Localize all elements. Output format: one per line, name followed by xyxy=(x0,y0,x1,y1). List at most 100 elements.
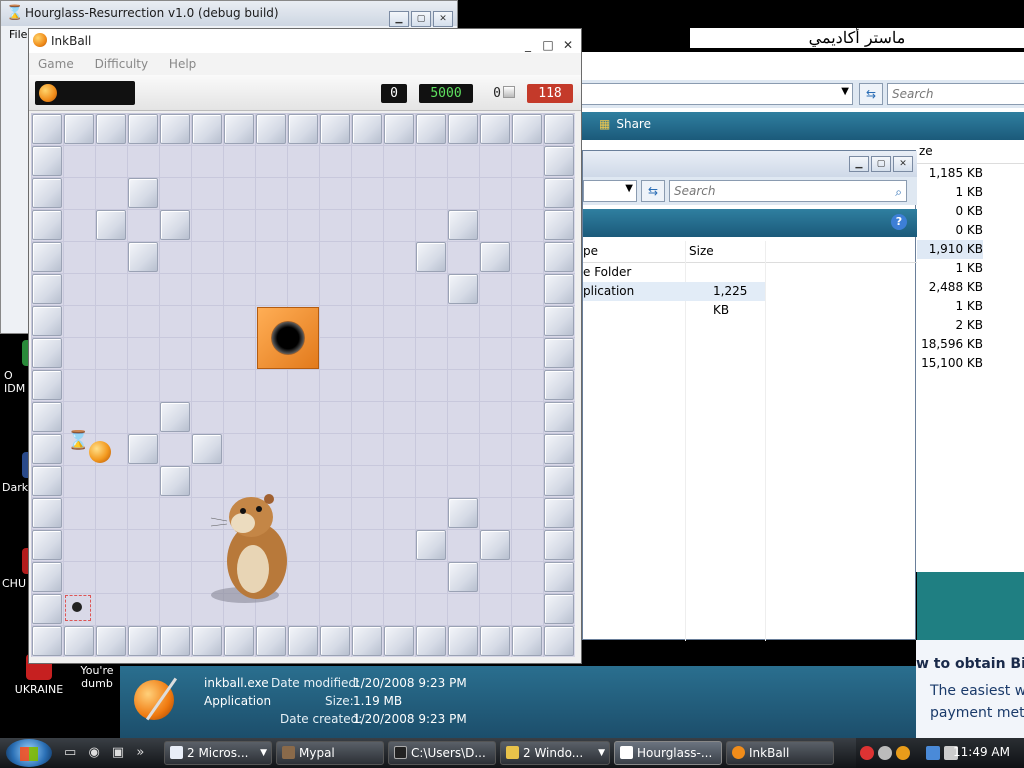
taskbar-label: C:\Users\D... xyxy=(411,746,486,760)
wall-tile xyxy=(32,498,62,528)
cmd-icon xyxy=(394,746,407,759)
minimize-button[interactable]: ▁ xyxy=(389,11,409,27)
wall-tile xyxy=(416,242,446,272)
wall-tile xyxy=(288,114,318,144)
wall-tile xyxy=(544,530,574,560)
taskbar-button-micros[interactable]: 2 Micros... ▼ xyxy=(164,741,272,765)
file-row[interactable]: plication 1,225 KB xyxy=(583,282,765,317)
browser-icon[interactable]: ◉ xyxy=(88,745,99,760)
snippet-line: The easiest wa xyxy=(930,683,1024,699)
wall-tile xyxy=(544,594,574,624)
wall-tile xyxy=(128,114,158,144)
chevron-down-icon: ▼ xyxy=(841,86,849,97)
close-button[interactable]: ✕ xyxy=(559,38,577,54)
desktop-icon-dumb[interactable]: You're dumb xyxy=(70,664,124,690)
taskbar-button-cmd[interactable]: C:\Users\D... xyxy=(388,741,496,765)
start-button[interactable] xyxy=(6,739,52,767)
search-placeholder: Search xyxy=(674,184,716,198)
wall-tile xyxy=(544,562,574,592)
title-bar: ▁ ▢ ✕ xyxy=(583,151,917,177)
wall-tile xyxy=(32,466,62,496)
more-chevron-icon[interactable]: » xyxy=(136,745,144,760)
game-ball xyxy=(89,441,111,463)
switch-windows-icon[interactable]: ▣ xyxy=(112,745,124,760)
column-header-type[interactable]: pe xyxy=(583,244,598,258)
window-controls: ▁ ▢ ✕ xyxy=(847,155,913,172)
wall-tile xyxy=(160,402,190,432)
share-button[interactable]: Share xyxy=(599,117,651,131)
desktop-icon-label: UKRAINE xyxy=(14,683,64,696)
wall-tile xyxy=(160,210,190,240)
preview-type: Application xyxy=(204,694,272,708)
wall-tile xyxy=(480,242,510,272)
taskbar-button-hourglass[interactable]: Hourglass-... xyxy=(614,741,722,765)
wall-tile xyxy=(32,338,62,368)
wall-tile xyxy=(544,178,574,208)
network-icon[interactable] xyxy=(926,746,940,760)
wall-tile xyxy=(192,434,222,464)
desktop-icon-label: You're dumb xyxy=(80,664,114,690)
size-column: 1,185 KB 1 KB 0 KB 0 KB 1,910 KB 1 KB 2,… xyxy=(917,164,983,373)
show-desktop-icon[interactable]: ▭ xyxy=(64,745,76,760)
taskbar-button-mypal[interactable]: Mypal xyxy=(276,741,384,765)
game-board[interactable]: ⌛ xyxy=(31,113,575,657)
search-input[interactable]: Search ⌕ xyxy=(669,180,907,202)
wall-tile xyxy=(544,306,574,336)
wall-tile xyxy=(288,626,318,656)
wall-tile xyxy=(32,562,62,592)
file-type: e Folder xyxy=(583,265,632,279)
close-button[interactable]: ✕ xyxy=(433,11,453,27)
hourglass-icon xyxy=(620,746,633,759)
search-input[interactable]: Search xyxy=(887,83,1024,105)
search-tray-icon[interactable] xyxy=(896,746,910,760)
menu-difficulty[interactable]: Difficulty xyxy=(86,53,157,71)
chevron-down-icon: ▼ xyxy=(625,183,633,194)
wall-tile xyxy=(320,114,350,144)
wall-tile xyxy=(544,498,574,528)
wall-tile xyxy=(32,274,62,304)
explorer-window-front: ▁ ▢ ✕ ▼ ⇆ Search ⌕ ? pe Size e Folder plic… xyxy=(582,150,917,641)
maximize-button[interactable]: ▢ xyxy=(411,11,431,27)
address-dropdown[interactable]: ▼ xyxy=(581,83,853,105)
window-title: Hourglass-Resurrection v1.0 (debug build… xyxy=(25,6,279,20)
file-size: 1,225 KB xyxy=(713,284,748,317)
wall-tile xyxy=(384,114,414,144)
inkball-icon xyxy=(732,746,745,759)
search-icon[interactable]: ⌕ xyxy=(895,182,902,202)
help-icon[interactable]: ? xyxy=(891,214,907,230)
address-dropdown[interactable]: ▼ xyxy=(583,180,637,202)
taskbar-clock[interactable]: 11:49 AM xyxy=(953,745,1010,759)
size-cell: 1 KB xyxy=(955,299,983,313)
antivirus-icon[interactable] xyxy=(860,746,874,760)
taskbar-button-inkball[interactable]: InkBall xyxy=(726,741,834,765)
settings-icon[interactable] xyxy=(878,746,892,760)
queued-ball xyxy=(39,84,57,102)
wall-tile xyxy=(544,242,574,272)
taskbar-label: InkBall xyxy=(749,746,790,760)
minimize-button[interactable]: ▁ xyxy=(849,156,869,172)
wall-tile xyxy=(32,210,62,240)
size-cell: 1 KB xyxy=(955,261,983,275)
size-cell: 0 KB xyxy=(955,204,983,218)
wall-tile xyxy=(544,402,574,432)
wall-tile xyxy=(544,626,574,656)
wall-tile xyxy=(544,466,574,496)
menu-help[interactable]: Help xyxy=(160,53,204,71)
refresh-button[interactable]: ⇆ xyxy=(859,83,883,105)
wall-tile xyxy=(128,434,158,464)
close-button[interactable]: ✕ xyxy=(893,156,913,172)
taskbar-label: 2 Windo... xyxy=(523,746,584,760)
menu-file[interactable]: File xyxy=(9,28,27,41)
maximize-button[interactable]: □ xyxy=(539,38,557,54)
maximize-button[interactable]: ▢ xyxy=(871,156,891,172)
column-header-size[interactable]: Size xyxy=(689,244,714,258)
file-row[interactable]: e Folder xyxy=(583,263,917,282)
wall-tile xyxy=(64,626,94,656)
menu-game[interactable]: Game xyxy=(29,53,82,71)
preview-size-label: Size: xyxy=(325,694,354,708)
minimize-button[interactable]: _ xyxy=(519,38,537,54)
column-header-size[interactable]: ze xyxy=(917,144,1024,164)
refresh-button[interactable]: ⇆ xyxy=(641,180,665,202)
taskbar-button-windows[interactable]: 2 Windo... ▼ xyxy=(500,741,610,765)
wall-tile xyxy=(224,114,254,144)
